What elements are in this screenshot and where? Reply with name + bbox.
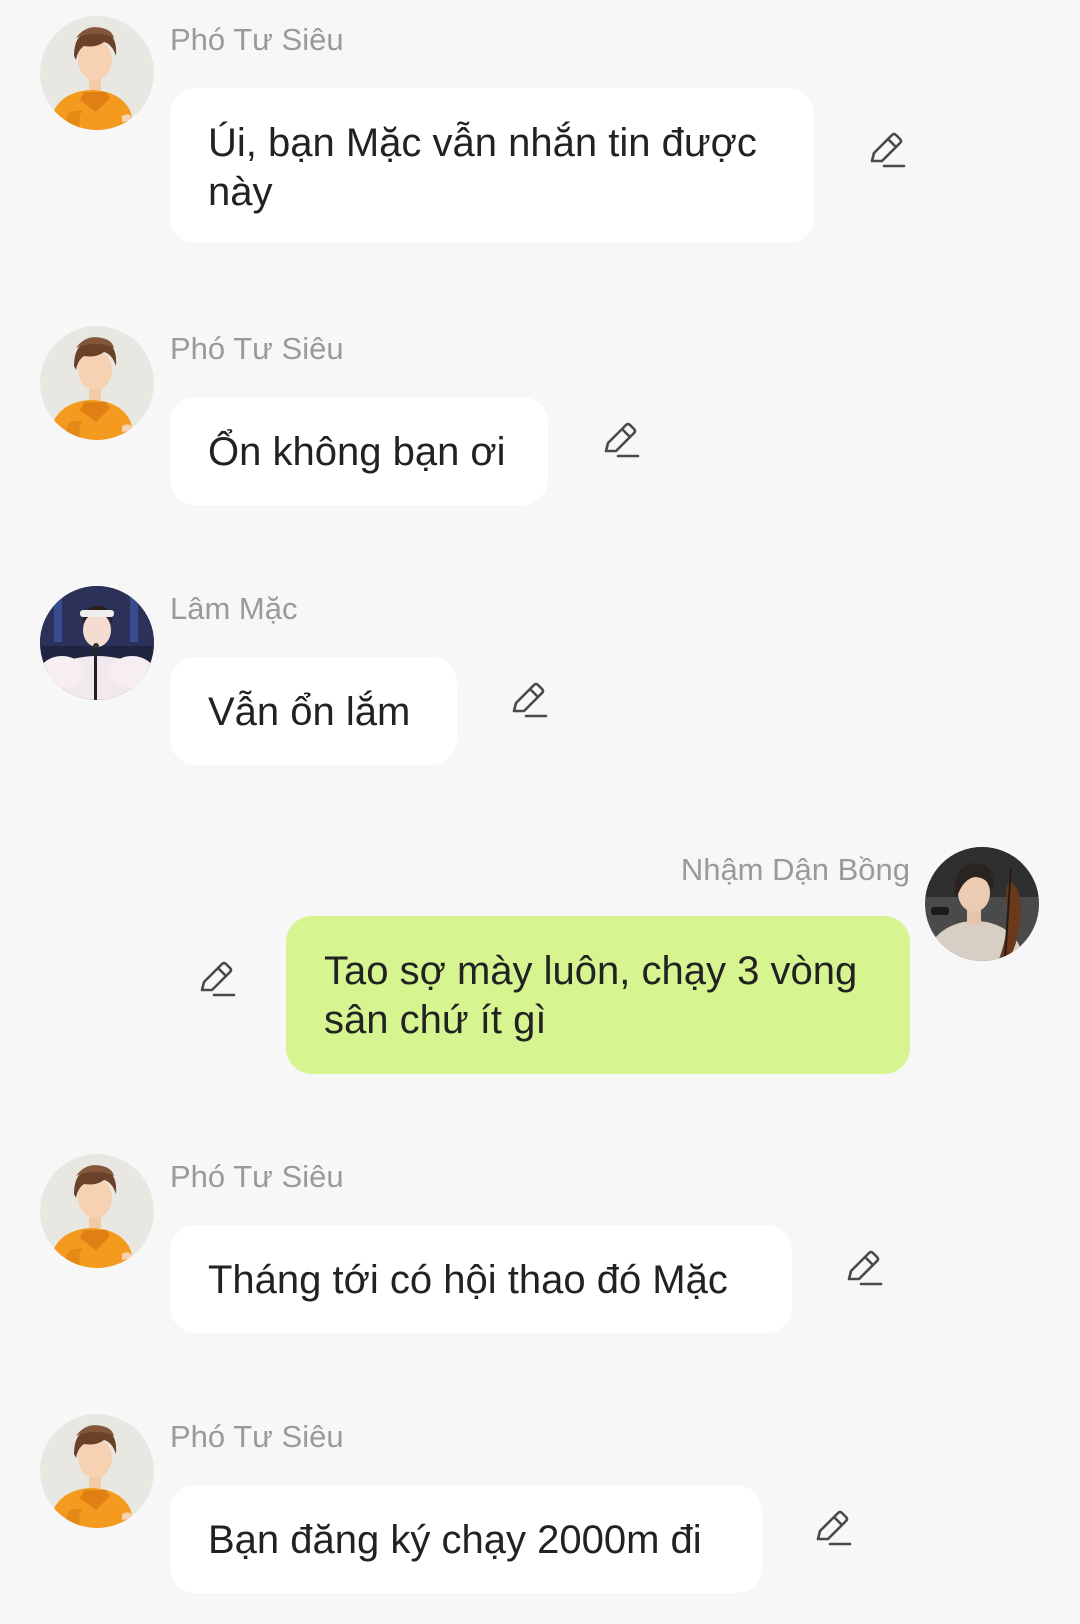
cellist-avatar-icon [925,847,1039,961]
sender-name: Phó Tư Siêu [170,1419,344,1454]
sender-name: Phó Tư Siêu [170,22,344,57]
pencil-edit-icon[interactable] [196,960,236,1000]
pencil-edit-icon[interactable] [812,1509,852,1549]
message-incoming: Lâm Mặc Vẫn ổn lắm [0,569,1080,789]
message-text: Tháng tới có hội thao đó Mặc [208,1258,728,1302]
sender-name: Phó Tư Siêu [170,1159,344,1194]
orange-outfit-avatar-icon [40,16,154,130]
sender-name: Phó Tư Siêu [170,331,344,366]
message-incoming: Phó Tư Siêu Tháng tới có hội thao đó Mặc [0,1137,1080,1367]
sender-name: Nhậm Dận Bồng [680,852,910,887]
sender-name: Lâm Mặc [170,591,298,626]
message-text: Tao sợ mày luôn, chạy 3 vòng sân chứ ít … [324,949,858,1042]
orange-outfit-avatar-icon [40,1154,154,1268]
avatar[interactable] [40,326,154,440]
avatar[interactable] [40,16,154,130]
avatar[interactable] [40,1414,154,1528]
orange-outfit-avatar-icon [40,1414,154,1528]
message-text: Bạn đăng ký chạy 2000m đi [208,1518,702,1562]
message-incoming: Phó Tư Siêu Bạn đăng ký chạy 2000m đi [0,1397,1080,1624]
pencil-edit-icon[interactable] [600,421,640,461]
avatar[interactable] [925,847,1039,961]
message-bubble[interactable]: Tao sợ mày luôn, chạy 3 vòng sân chứ ít … [286,916,910,1074]
message-bubble[interactable]: Úi, bạn Mặc vẫn nhắn tin được này [170,88,814,243]
message-bubble[interactable]: Bạn đăng ký chạy 2000m đi [170,1485,762,1593]
pencil-edit-icon[interactable] [843,1249,883,1289]
message-bubble[interactable]: Vẫn ổn lắm [170,657,457,765]
message-text: Úi, bạn Mặc vẫn nhắn tin được này [208,121,757,214]
message-outgoing: Nhậm Dận Bồng Tao sợ mày luôn, chạy 3 vò… [0,840,1080,1100]
chat-thread: Phó Tư Siêu Úi, bạn Mặc vẫn nhắn tin đượ… [0,0,1080,1624]
message-text: Vẫn ổn lắm [208,690,411,734]
pencil-edit-icon[interactable] [508,681,548,721]
pencil-edit-icon[interactable] [866,131,906,171]
orange-outfit-avatar-icon [40,326,154,440]
avatar[interactable] [40,586,154,700]
stage-singer-avatar-icon [40,586,154,700]
message-bubble[interactable]: Ổn không bạn ơi [170,397,548,505]
message-incoming: Phó Tư Siêu Úi, bạn Mặc vẫn nhắn tin đượ… [0,0,1080,270]
avatar[interactable] [40,1154,154,1268]
message-bubble[interactable]: Tháng tới có hội thao đó Mặc [170,1225,792,1333]
message-incoming: Phó Tư Siêu Ổn không bạn ơi [0,309,1080,529]
message-text: Ổn không bạn ơi [208,430,506,474]
